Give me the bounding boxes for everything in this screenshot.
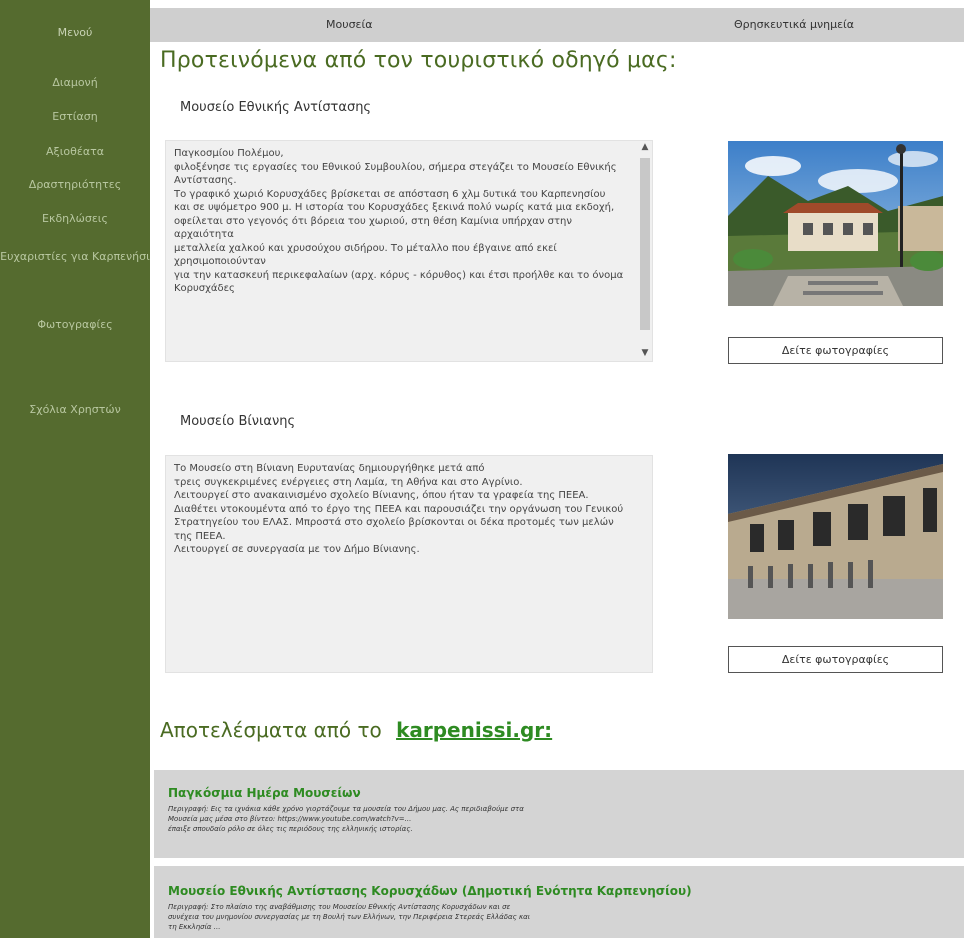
museum-heading-resistance: Μουσείο Εθνικής Αντίστασης (180, 100, 372, 115)
museum-description-text: Το Μουσείο στη Βίνιανη Ευρυτανίας δημιου… (174, 463, 624, 555)
museum-description-resistance[interactable]: Παγκοσμίου Πολέμου, φιλοξένησε τις εργασ… (165, 140, 653, 362)
description-scrollbar[interactable]: ▲ ▼ (638, 140, 652, 362)
museum-heading-viniani: Μουσείο Βίνιανης (180, 414, 296, 429)
scroll-thumb[interactable] (640, 158, 650, 330)
result-description: Περιγραφή: Στο πλαίσιο της αναβάθμισης τ… (168, 903, 531, 931)
karpenissi-link[interactable]: karpenissi.gr: (396, 718, 552, 742)
results-title-prefix: Αποτελέσματα από το (160, 718, 382, 742)
result-title-link[interactable]: Μουσείο Εθνικής Αντίστασης Κορυσχάδων (Δ… (168, 884, 692, 898)
tab-religious-monuments[interactable]: Θρησκευτικά μνημεία (734, 18, 854, 31)
museum-description-viniani[interactable]: Το Μουσείο στη Βίνιανη Ευρυτανίας δημιου… (165, 455, 653, 673)
results-title: Αποτελέσματα από το karpenissi.gr: (160, 718, 552, 742)
result-card: Παγκόσμια Ημέρα Μουσείων Περιγραφή: Εις … (154, 770, 964, 858)
sidebar-item-events[interactable]: Εκδηλώσεις (0, 212, 150, 225)
scroll-down-arrow-icon[interactable]: ▼ (638, 346, 652, 360)
museum-description-text: Παγκοσμίου Πολέμου, φιλοξένησε τις εργασ… (174, 148, 624, 294)
view-photos-button-resistance[interactable]: Δείτε φωτογραφίες (728, 337, 943, 364)
sidebar-menu-title: Μενού (57, 26, 93, 39)
tab-museums[interactable]: Μουσεία (326, 18, 372, 31)
result-card: Μουσείο Εθνικής Αντίστασης Κορυσχάδων (Δ… (154, 866, 964, 938)
sidebar-item-comments[interactable]: Σχόλια Χρηστών (0, 403, 150, 416)
sidebar-item-photos[interactable]: Φωτογραφίες (0, 318, 150, 331)
sidebar-item-dining[interactable]: Εστίαση (0, 110, 150, 123)
sidebar-item-accommodation[interactable]: Διαμονή (0, 76, 150, 89)
recommended-title: Προτεινόμενα από τον τουριστικό οδηγό μα… (160, 48, 677, 73)
sidebar-item-thanks[interactable]: Ευχαριστίες για Καρπενήσι (0, 250, 150, 263)
sidebar-item-activities[interactable]: Δραστηριότητες (0, 178, 150, 191)
museum-photo-viniani (728, 454, 943, 619)
museum-photo-resistance (728, 141, 943, 306)
result-description: Περιγραφή: Εις τα ιχνάκια κάθε χρόνο γιο… (168, 805, 524, 833)
top-navigation: Μουσεία Θρησκευτικά μνημεία (150, 8, 964, 42)
result-title-link[interactable]: Παγκόσμια Ημέρα Μουσείων (168, 786, 361, 800)
scroll-up-arrow-icon[interactable]: ▲ (638, 140, 652, 154)
sidebar-item-sights[interactable]: Αξιοθέατα (0, 145, 150, 158)
view-photos-button-viniani[interactable]: Δείτε φωτογραφίες (728, 646, 943, 673)
sidebar: Μενού Διαμονή Εστίαση Αξιοθέατα Δραστηρι… (0, 0, 150, 938)
